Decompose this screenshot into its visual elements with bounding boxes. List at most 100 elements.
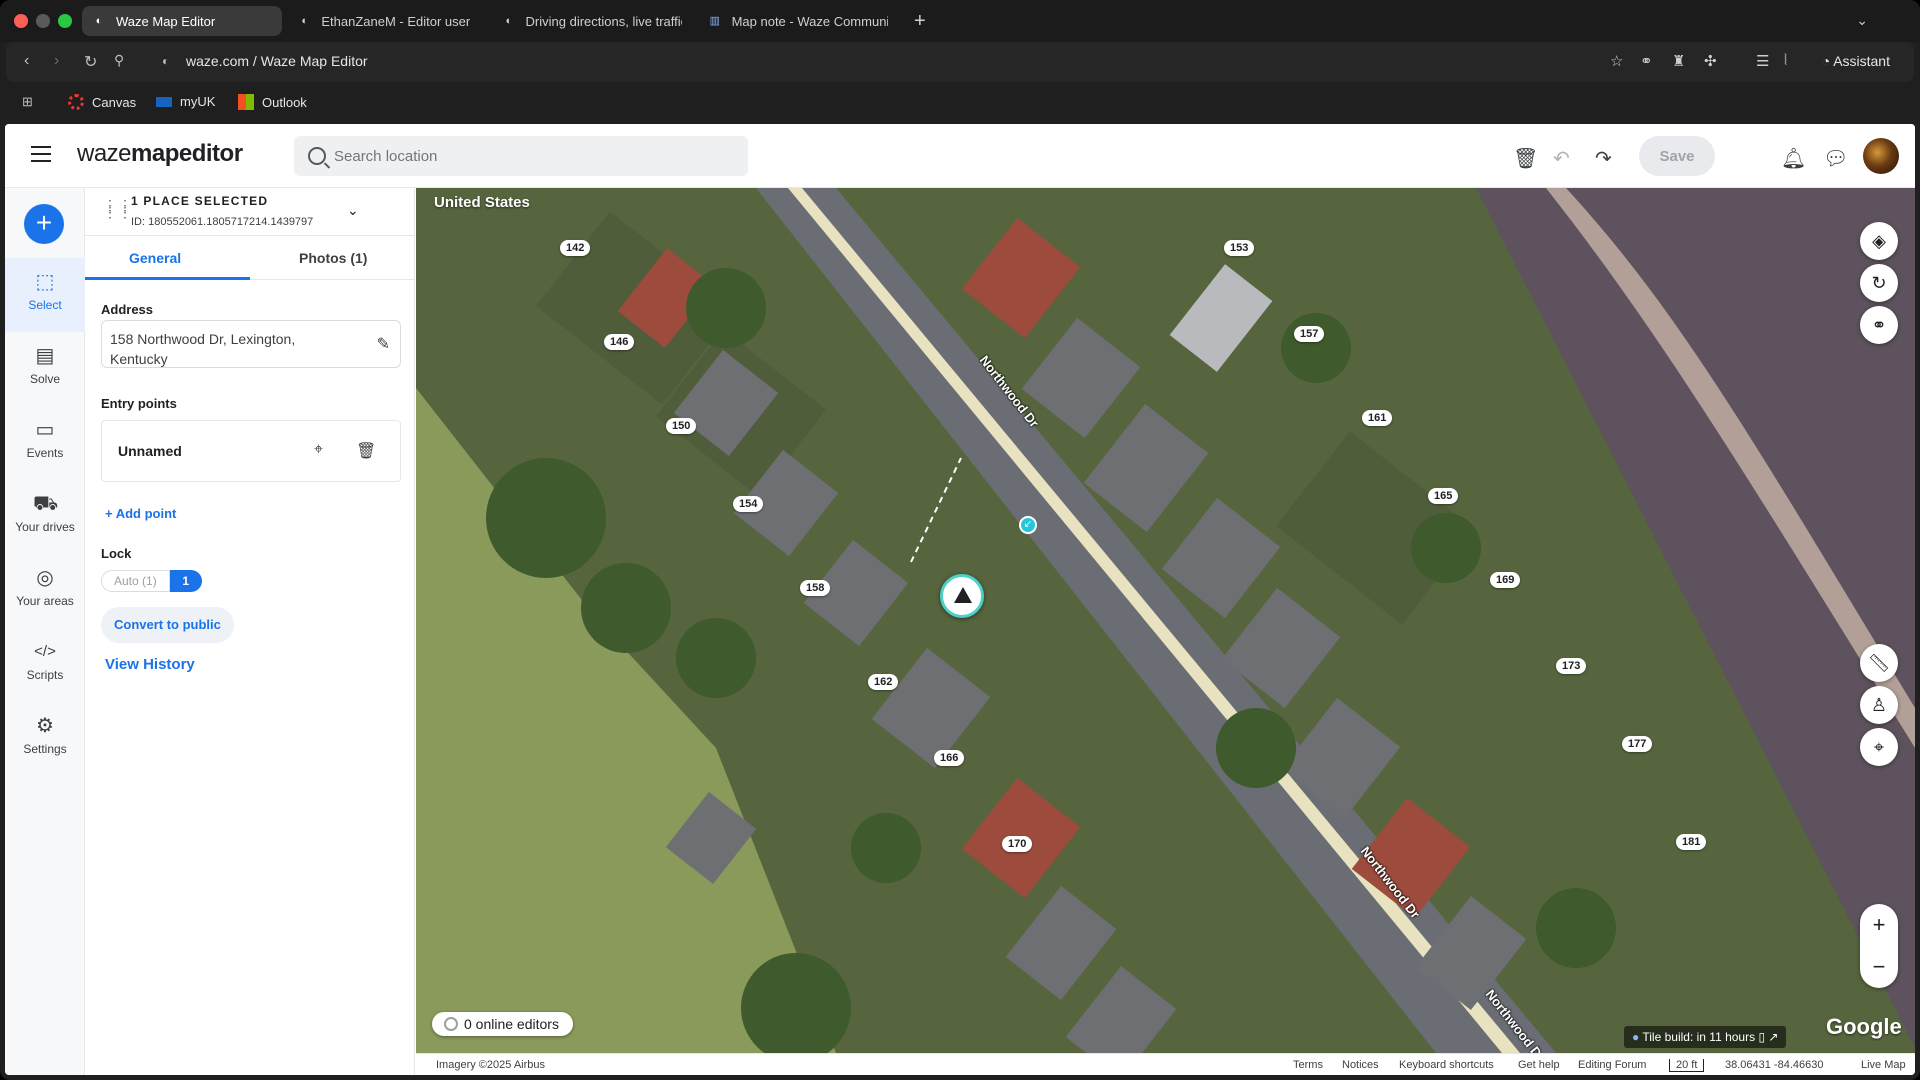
phone-icon[interactable]: ▯ bbox=[1758, 1030, 1765, 1044]
view-history-link[interactable]: View History bbox=[105, 656, 195, 673]
terms-link[interactable]: Terms bbox=[1293, 1059, 1323, 1071]
puzzle-icon[interactable]: ✣ bbox=[1704, 52, 1717, 70]
assistant-icon: ◔ bbox=[1821, 53, 1834, 69]
nav-select[interactable]: ⬚ Select bbox=[5, 258, 85, 332]
lock-label: Lock bbox=[101, 546, 132, 561]
ruler-icon[interactable]: 📏︎ bbox=[1860, 644, 1898, 682]
nav-solve[interactable]: ▤ Solve bbox=[5, 332, 85, 406]
avatar[interactable] bbox=[1863, 138, 1899, 174]
house-number[interactable]: 165 bbox=[1428, 488, 1459, 504]
street-view-icon[interactable]: ♙ bbox=[1860, 686, 1898, 724]
get-help-link[interactable]: Get help bbox=[1518, 1059, 1560, 1071]
online-editors-badge[interactable]: 0 online editors bbox=[432, 1012, 573, 1036]
nav-settings[interactable]: ⚙ Settings bbox=[5, 702, 85, 776]
entry-point-marker[interactable]: ↙ bbox=[1019, 516, 1037, 534]
house-number[interactable]: 169 bbox=[1490, 572, 1521, 588]
tab-general[interactable]: General bbox=[129, 250, 181, 266]
bookmark-canvas[interactable]: Canvas bbox=[68, 94, 136, 110]
reload-icon[interactable]: ↻ bbox=[84, 52, 97, 72]
keyboard-shortcuts-link[interactable]: Keyboard shortcuts bbox=[1399, 1059, 1494, 1071]
bell-icon[interactable]: 🔔︎ bbox=[1781, 146, 1806, 171]
bookmark-myuk[interactable]: myUK bbox=[156, 94, 215, 109]
new-tab-button[interactable]: + bbox=[914, 10, 926, 33]
reader-icon[interactable]: ☰ bbox=[1756, 52, 1769, 70]
lock-level-option[interactable]: 1 bbox=[169, 570, 202, 592]
tab-waze-map-editor[interactable]: ◐ Waze Map Editor bbox=[82, 6, 282, 36]
close-window-button[interactable] bbox=[14, 14, 28, 28]
link-icon[interactable]: ⚭ bbox=[1640, 52, 1653, 70]
house-number[interactable]: 162 bbox=[868, 674, 899, 690]
chevron-down-icon[interactable]: ⌄ bbox=[1856, 12, 1868, 29]
audio-icon[interactable]: ⦚ bbox=[1784, 52, 1787, 69]
assistant-label: Assistant bbox=[1833, 53, 1890, 69]
house-number[interactable]: 170 bbox=[1002, 836, 1033, 852]
add-button[interactable]: + bbox=[24, 204, 64, 244]
google-logo: Google bbox=[1826, 1014, 1902, 1039]
bookmarks-bar: ⊞ Canvas myUK Outlook bbox=[0, 84, 1920, 122]
select-icon: ⬚ bbox=[35, 271, 55, 293]
map-canvas[interactable]: United States Northwood Dr Northwood Dr … bbox=[416, 188, 1915, 1053]
trash-icon[interactable]: 🗑 bbox=[1513, 146, 1538, 171]
house-number[interactable]: 166 bbox=[934, 750, 965, 766]
tab-editor-profile[interactable]: ◐ EthanZaneM - Editor user p bbox=[288, 6, 484, 36]
nav-your-drives[interactable]: ⛟ Your drives bbox=[5, 480, 85, 554]
microphone-icon[interactable]: ⚲ bbox=[114, 52, 124, 69]
nav-your-areas[interactable]: ◎ Your areas bbox=[5, 554, 85, 628]
crosshair-icon[interactable]: ⌖ bbox=[314, 441, 323, 459]
trash-icon[interactable]: 🗑 bbox=[356, 441, 376, 461]
tab-map-note[interactable]: ▥ Map note - Waze Communit bbox=[698, 6, 898, 36]
assistant-button[interactable]: ◔ Assistant bbox=[1822, 53, 1890, 69]
house-number[interactable]: 142 bbox=[560, 240, 591, 256]
nav-events[interactable]: ▭ Events bbox=[5, 406, 85, 480]
house-number[interactable]: 158 bbox=[800, 580, 831, 596]
place-marker[interactable] bbox=[940, 574, 984, 618]
tab-driving-directions[interactable]: ◐ Driving directions, live traffic bbox=[492, 6, 692, 36]
zoom-out-button[interactable]: − bbox=[1860, 946, 1898, 988]
layers-button[interactable]: ◈ bbox=[1860, 222, 1898, 260]
house-number[interactable]: 157 bbox=[1294, 326, 1325, 342]
extension-icon[interactable]: ♜ bbox=[1672, 52, 1685, 70]
star-icon[interactable]: ☆ bbox=[1610, 52, 1623, 70]
drag-handle-icon[interactable]: ⋮⋮ ⋮⋮ bbox=[103, 198, 133, 219]
menu-icon[interactable] bbox=[31, 146, 51, 162]
house-number[interactable]: 154 bbox=[733, 496, 764, 512]
house-number[interactable]: 161 bbox=[1362, 410, 1393, 426]
refresh-button[interactable]: ↻ bbox=[1860, 264, 1898, 302]
apps-grid-icon[interactable]: ⊞ bbox=[22, 94, 33, 110]
maximize-window-button[interactable] bbox=[58, 14, 72, 28]
notices-link[interactable]: Notices bbox=[1342, 1059, 1379, 1071]
chat-icon[interactable]: 💬︎ bbox=[1823, 146, 1848, 171]
tab-photos[interactable]: Photos (1) bbox=[299, 250, 367, 266]
app-header: wazemapeditor 🗑 ↶ ↷ Save 🔔︎ 💬︎ bbox=[5, 124, 1915, 188]
nav-label: Events bbox=[26, 446, 64, 460]
url-field[interactable]: ◐ waze.com / Waze Map Editor bbox=[162, 53, 368, 69]
search-input[interactable] bbox=[334, 147, 714, 165]
house-number[interactable]: 177 bbox=[1622, 736, 1653, 752]
redo-icon[interactable]: ↷ bbox=[1595, 146, 1612, 171]
forward-icon[interactable]: › bbox=[54, 52, 59, 70]
live-map-link[interactable]: Live Map bbox=[1861, 1059, 1906, 1071]
chevron-down-icon[interactable]: ⌄ bbox=[347, 202, 359, 219]
add-point-link[interactable]: + Add point bbox=[105, 506, 176, 521]
house-number[interactable]: 146 bbox=[604, 334, 635, 350]
logo-light: waze bbox=[77, 140, 132, 167]
external-link-icon[interactable]: ↗ bbox=[1768, 1030, 1778, 1044]
minimize-window-button[interactable] bbox=[36, 14, 50, 28]
bookmark-outlook[interactable]: Outlook bbox=[238, 94, 307, 110]
house-number[interactable]: 153 bbox=[1224, 240, 1255, 256]
house-number[interactable]: 181 bbox=[1676, 834, 1707, 850]
convert-to-public-button[interactable]: Convert to public bbox=[101, 607, 234, 643]
lock-auto-option[interactable]: Auto (1) bbox=[101, 570, 170, 592]
save-button[interactable]: Save bbox=[1639, 136, 1715, 176]
back-icon[interactable]: ‹ bbox=[24, 52, 29, 70]
address-field[interactable]: 158 Northwood Dr, Lexington, Kentucky ✎ bbox=[101, 320, 401, 368]
house-number[interactable]: 173 bbox=[1556, 658, 1587, 674]
locate-icon[interactable]: ⌖ bbox=[1860, 728, 1898, 766]
undo-icon[interactable]: ↶ bbox=[1553, 146, 1570, 171]
zoom-in-button[interactable]: + bbox=[1860, 904, 1898, 946]
house-number[interactable]: 150 bbox=[666, 418, 697, 434]
editing-forum-link[interactable]: Editing Forum bbox=[1578, 1059, 1646, 1071]
nav-scripts[interactable]: </> Scripts bbox=[5, 628, 85, 702]
permalink-button[interactable]: ⚭ bbox=[1860, 306, 1898, 344]
pencil-icon[interactable]: ✎ bbox=[377, 335, 390, 355]
